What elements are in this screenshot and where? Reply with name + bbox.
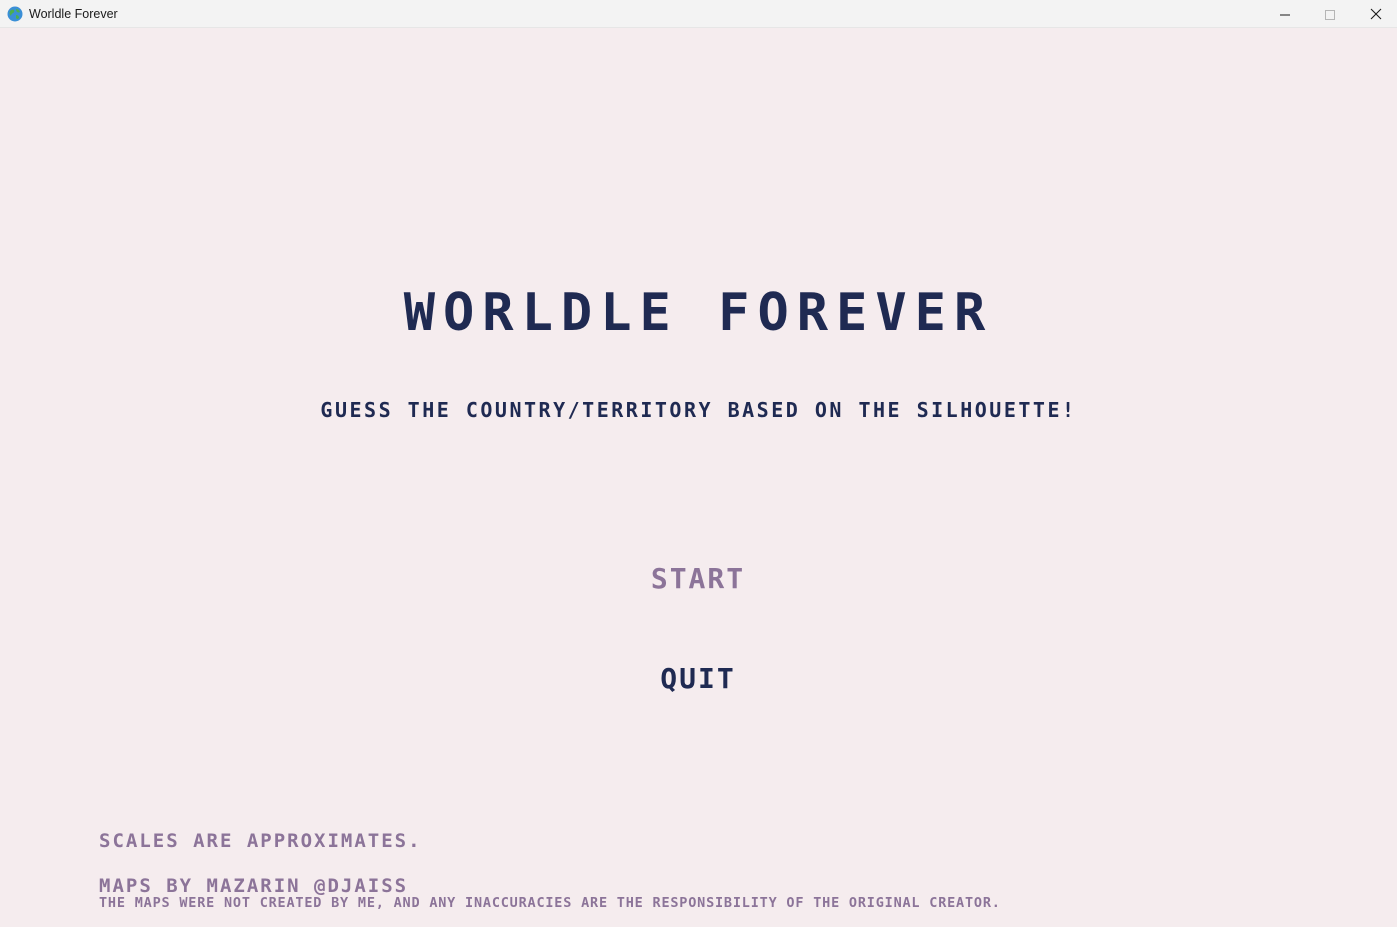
minimize-icon [1280,5,1290,24]
game-subtitle: GUESS THE COUNTRY/TERRITORY BASED ON THE… [320,398,1077,422]
maps-disclaimer: THE MAPS WERE NOT CREATED BY ME, AND ANY… [99,895,1001,911]
globe-icon [7,6,23,22]
scales-note: SCALES ARE APPROXIMATES. [99,830,422,852]
quit-button[interactable]: QUIT [598,662,798,696]
maximize-button[interactable] [1307,0,1353,28]
close-button[interactable] [1353,0,1397,28]
maximize-icon [1325,5,1335,24]
window-title: Worldle Forever [29,7,118,21]
game-title: WORLDLE FOREVER [403,283,994,343]
game-canvas: WORLDLE FOREVER GUESS THE COUNTRY/TERRIT… [0,28,1397,927]
maps-credit: MAPS BY MAZARIN @DJAISS [99,875,409,897]
close-icon [1370,5,1382,24]
window-titlebar: Worldle Forever [0,0,1397,28]
minimize-button[interactable] [1262,0,1308,28]
start-button[interactable]: START [598,562,798,596]
